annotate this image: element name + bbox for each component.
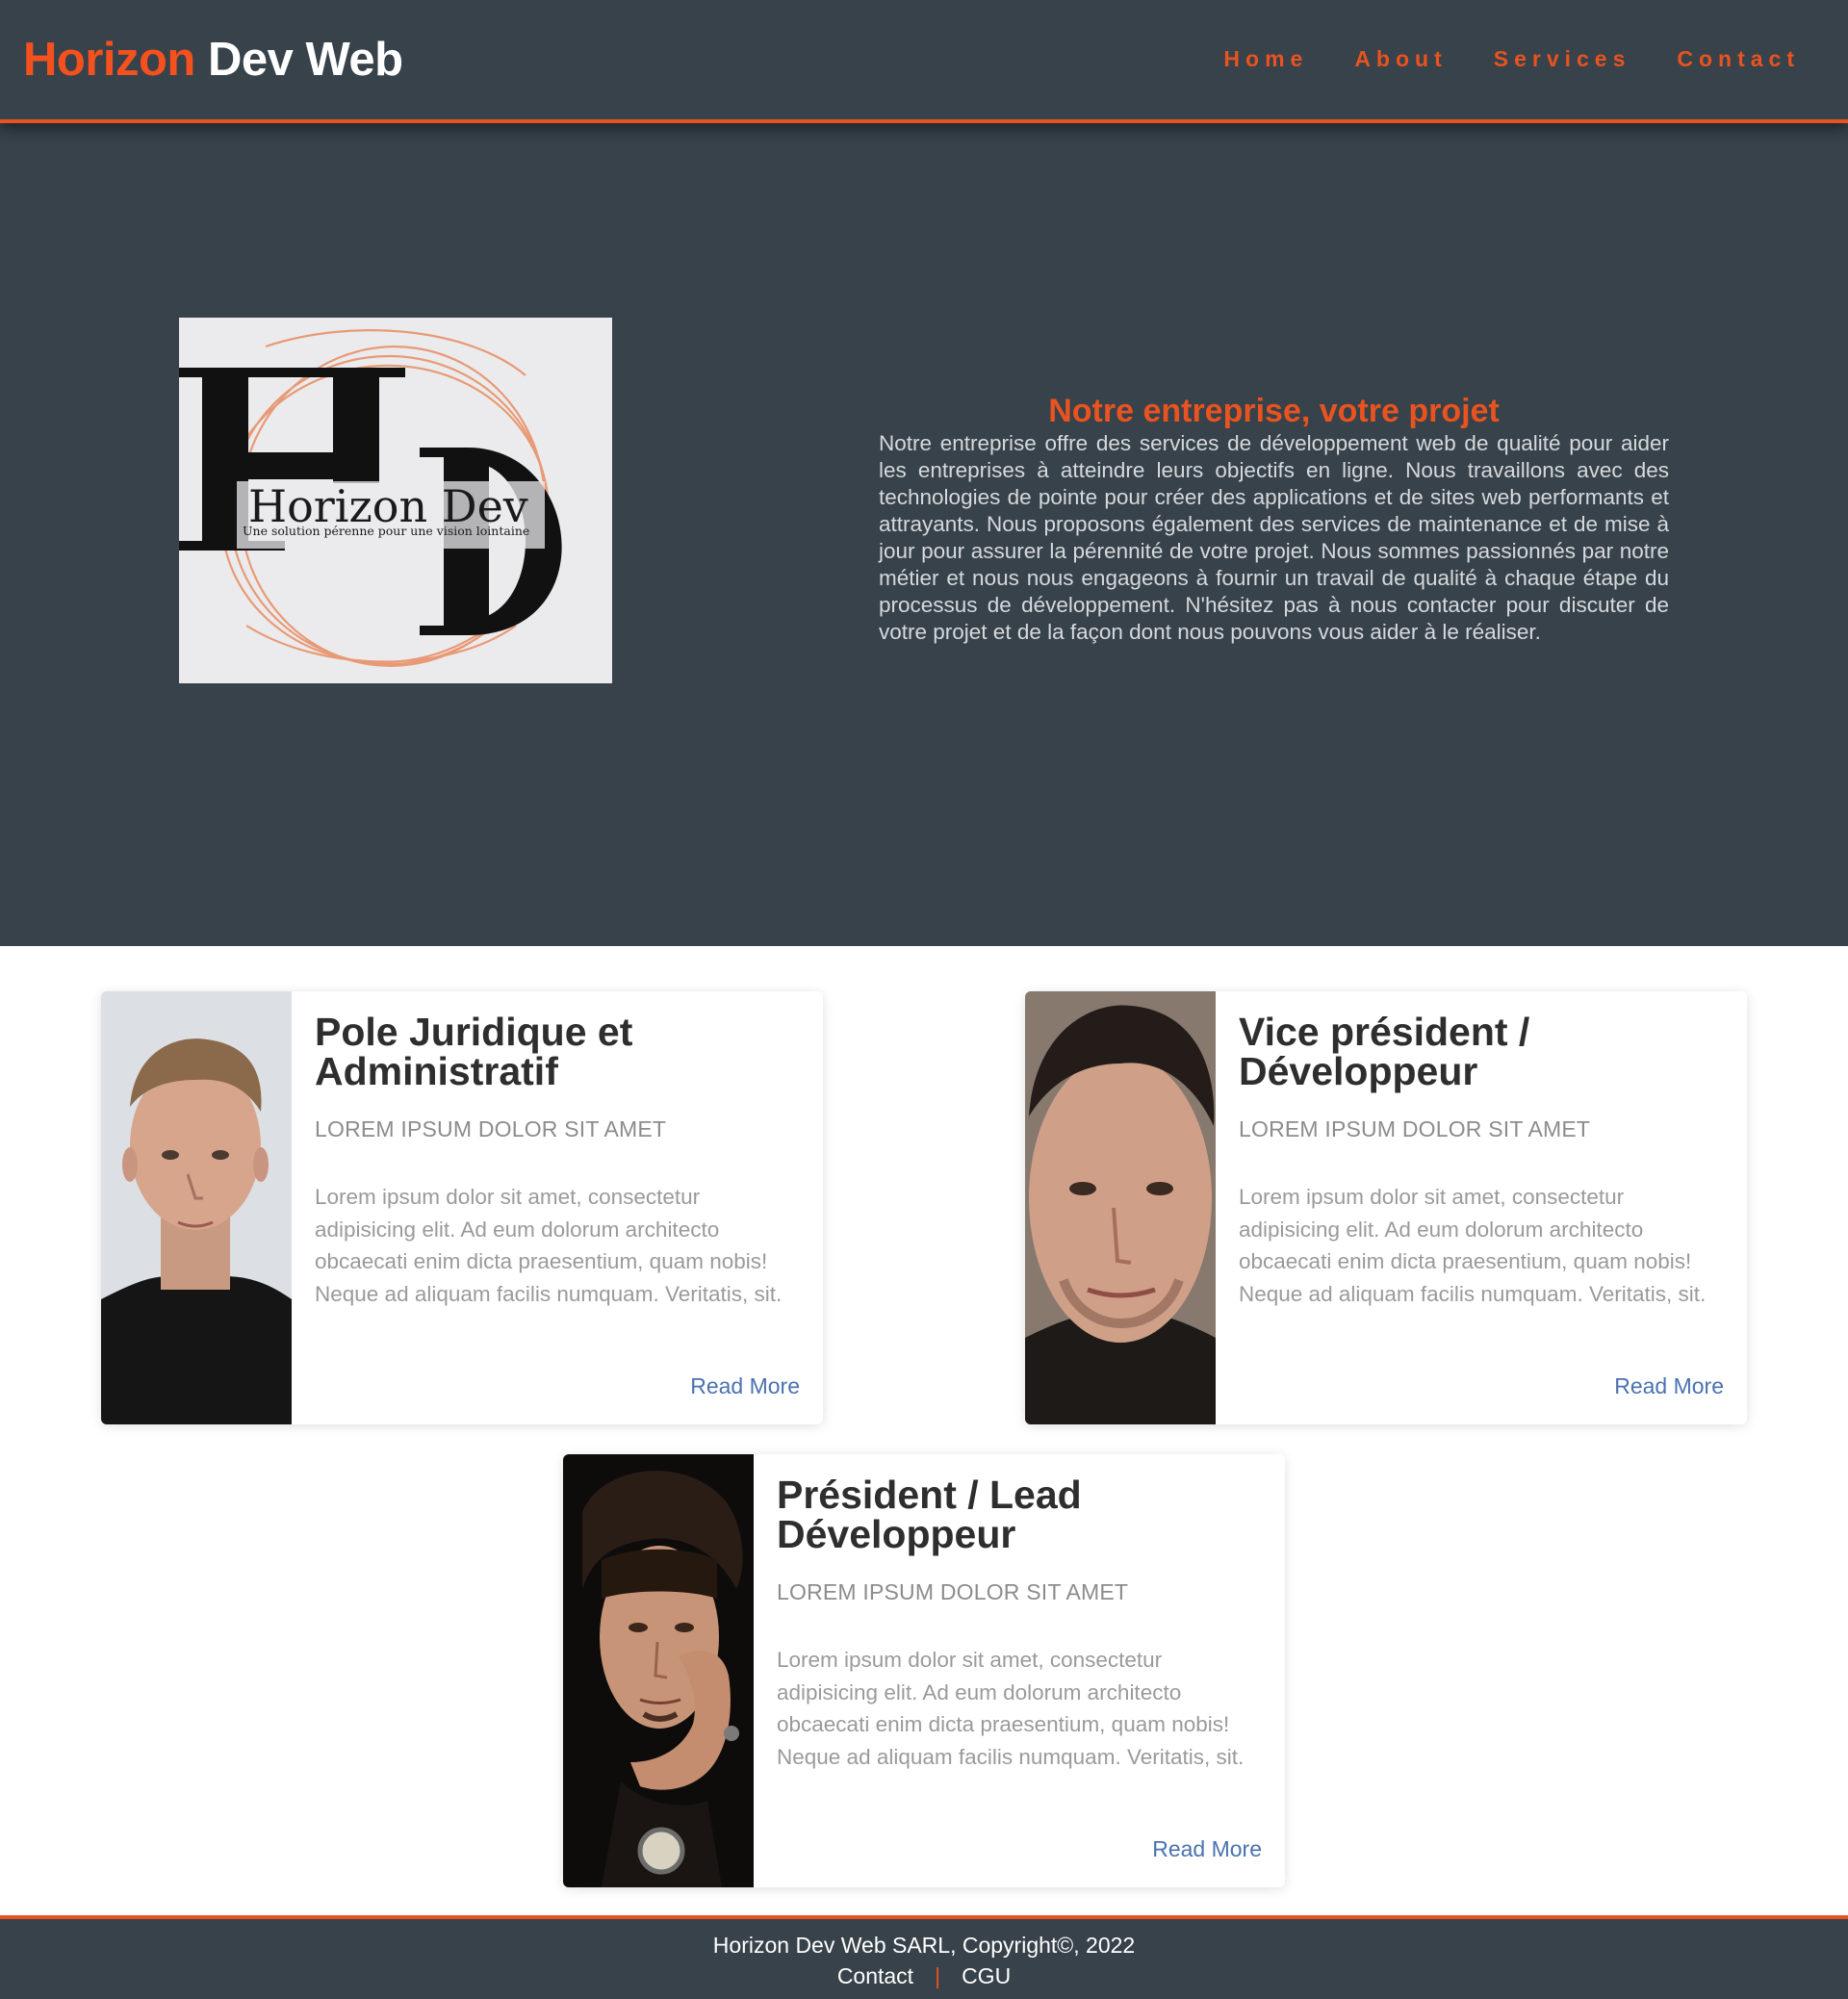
hero-text-block: Notre entreprise, votre projet Notre ent… <box>879 392 1669 646</box>
hero-description: Notre entreprise offre des services de d… <box>879 431 1669 644</box>
team-card-president: Président / Lead Développeur LOREM IPSUM… <box>563 1454 1285 1887</box>
nav-home[interactable]: Home <box>1223 46 1308 72</box>
read-more-link[interactable]: Read More <box>1152 1836 1262 1862</box>
read-more-link[interactable]: Read More <box>690 1373 800 1399</box>
footer-links: Contact | CGU <box>0 1963 1848 1989</box>
nav-about[interactable]: About <box>1354 46 1447 72</box>
nav-services[interactable]: Services <box>1494 46 1631 72</box>
footer-cgu-link[interactable]: CGU <box>962 1963 1011 1989</box>
card-text: Lorem ipsum dolor sit amet, consectetur … <box>1239 1185 1707 1306</box>
card-text: Lorem ipsum dolor sit amet, consectetur … <box>315 1185 783 1306</box>
brand-accent: Horizon <box>23 34 195 86</box>
footer-separator: | <box>935 1963 941 1988</box>
footer-contact-link[interactable]: Contact <box>837 1963 913 1989</box>
card-content: Pole Juridique et Administratif LOREM IP… <box>315 1012 806 1310</box>
brand-logo-text[interactable]: Horizon Dev Web <box>23 33 403 87</box>
read-more-link[interactable]: Read More <box>1614 1373 1724 1399</box>
team-card-vice-president: Vice président / Développeur LOREM IPSUM… <box>1025 991 1747 1424</box>
card-content: Vice président / Développeur LOREM IPSUM… <box>1239 1012 1730 1310</box>
logo-tagline-text: Une solution pérenne pour une vision loi… <box>243 524 529 538</box>
company-logo-image: Horizon Dev Une solution pérenne pour un… <box>179 318 612 683</box>
team-card-legal: Pole Juridique et Administratif LOREM IP… <box>101 991 823 1424</box>
card-text: Lorem ipsum dolor sit amet, consectetur … <box>777 1648 1245 1769</box>
team-photo-vice-president <box>1025 991 1216 1424</box>
nav-contact[interactable]: Contact <box>1677 46 1800 72</box>
main-nav: Home About Services Contact <box>1223 46 1800 72</box>
site-footer: Horizon Dev Web SARL, Copyright©, 2022 C… <box>0 1915 1848 1999</box>
site-header: Horizon Dev Web Home About Services Cont… <box>0 0 1848 123</box>
card-subtitle: LOREM IPSUM DOLOR SIT AMET <box>315 1116 667 1141</box>
hero-title: Notre entreprise, votre projet <box>1048 393 1500 429</box>
card-title: Pole Juridique et Administratif <box>315 1010 633 1093</box>
card-title: Président / Lead Développeur <box>777 1473 1082 1556</box>
card-title: Vice président / Développeur <box>1239 1010 1530 1093</box>
brand-rest: Dev Web <box>194 34 403 86</box>
card-subtitle: LOREM IPSUM DOLOR SIT AMET <box>777 1579 1129 1604</box>
card-subtitle: LOREM IPSUM DOLOR SIT AMET <box>1239 1116 1591 1141</box>
team-photo-legal <box>101 991 292 1424</box>
hero-section: Horizon Dev Une solution pérenne pour un… <box>0 123 1848 946</box>
team-photo-president <box>563 1454 754 1887</box>
footer-copyright: Horizon Dev Web SARL, Copyright©, 2022 <box>712 1933 1136 1958</box>
card-content: Président / Lead Développeur LOREM IPSUM… <box>777 1475 1268 1773</box>
